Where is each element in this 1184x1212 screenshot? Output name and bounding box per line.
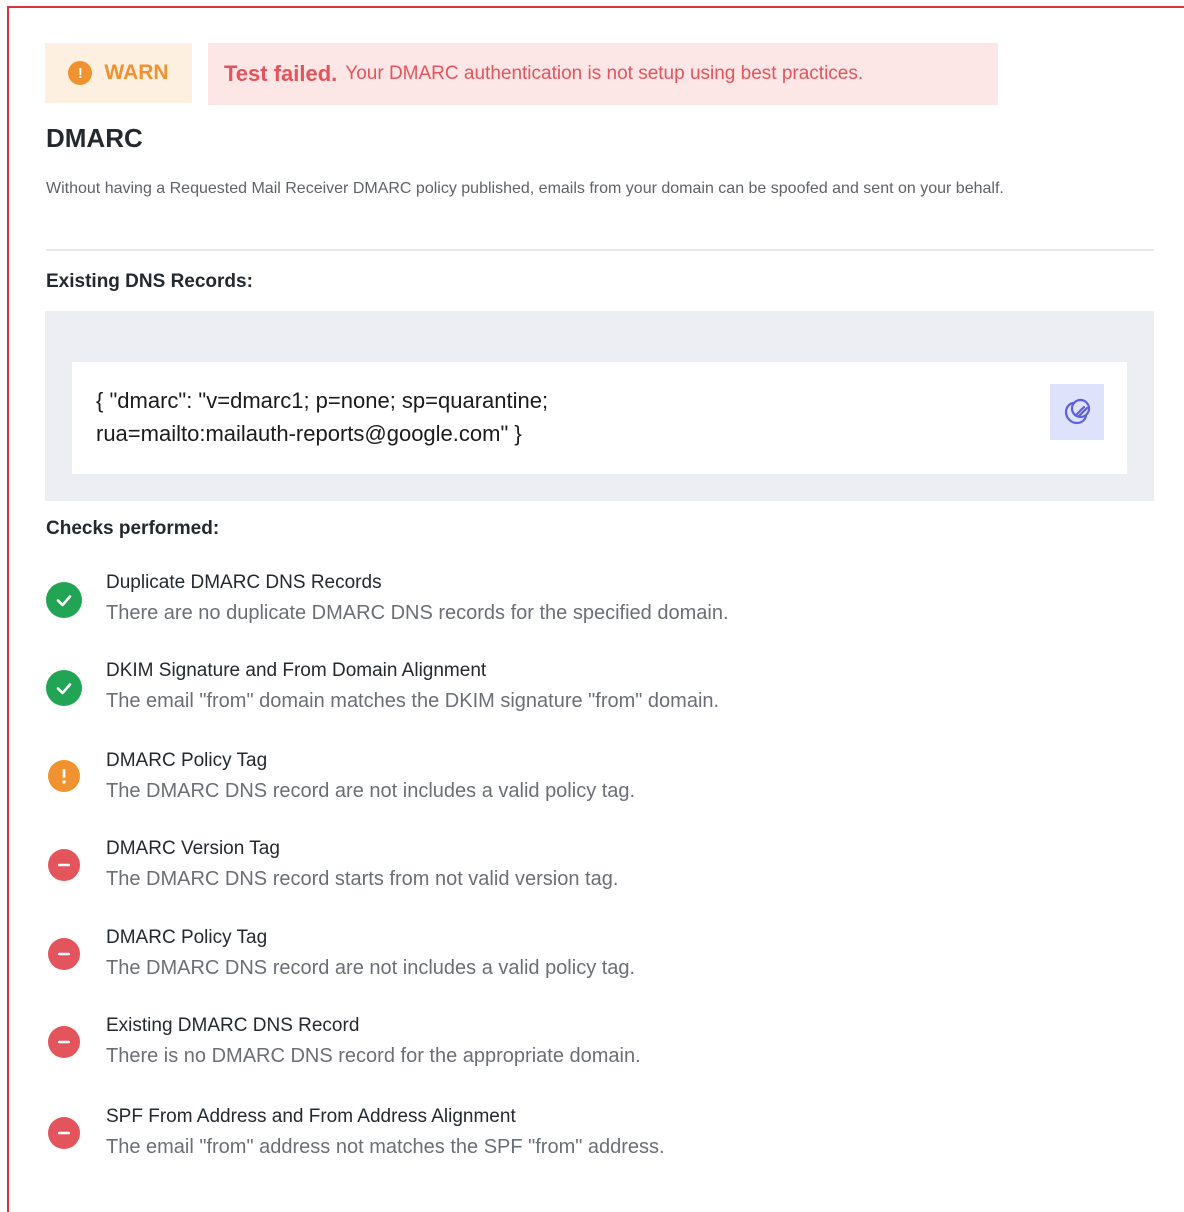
check-detail: There is no DMARC DNS record for the app… (106, 1045, 641, 1067)
check-name: DMARC Policy Tag (106, 927, 268, 948)
test-failed-banner: Test failed. Your DMARC authentication i… (208, 43, 998, 105)
check-name: DKIM Signature and From Domain Alignment (106, 660, 487, 681)
check-name: DMARC Policy Tag (106, 750, 268, 771)
check-detail: The email "from" domain matches the DKIM… (106, 690, 720, 712)
warn-label: WARN (104, 61, 169, 84)
status-row: ! WARN Test failed. Your DMARC authentic… (45, 43, 998, 105)
check-detail: The DMARC DNS record are not includes a … (106, 780, 636, 802)
check-warning-icon (48, 760, 80, 792)
check-fail-icon (48, 938, 80, 970)
dns-record-text: { "dmarc": "v=dmarc1; p=none; sp=quarant… (96, 384, 548, 450)
copy-icon (1064, 398, 1091, 425)
fail-message: Your DMARC authentication is not setup u… (345, 63, 864, 84)
page-description: Without having a Requested Mail Receiver… (46, 180, 1004, 197)
dns-record-line: rua=mailto:mailauth-reports@google.com" … (96, 421, 522, 446)
check-fail-icon (48, 1117, 80, 1149)
check-name: SPF From Address and From Address Alignm… (106, 1106, 516, 1127)
divider (46, 249, 1154, 251)
check-detail: There are no duplicate DMARC DNS records… (106, 602, 729, 624)
check-detail: The email "from" address not matches the… (106, 1136, 665, 1158)
dns-records-heading: Existing DNS Records: (46, 271, 253, 292)
checks-heading: Checks performed: (46, 518, 220, 539)
dns-record-card: { "dmarc": "v=dmarc1; p=none; sp=quarant… (72, 362, 1127, 474)
check-fail-icon (48, 1026, 80, 1058)
dns-record-line: { "dmarc": "v=dmarc1; p=none; sp=quarant… (96, 388, 549, 413)
check-name: Existing DMARC DNS Record (106, 1015, 360, 1036)
check-pass-icon (46, 670, 82, 706)
check-pass-icon (46, 582, 82, 618)
warning-icon: ! (68, 61, 93, 85)
copy-button[interactable] (1050, 384, 1104, 440)
warn-badge: ! WARN (45, 43, 192, 103)
fail-title: Test failed. (224, 61, 338, 86)
dns-records-panel: { "dmarc": "v=dmarc1; p=none; sp=quarant… (45, 311, 1154, 501)
check-name: Duplicate DMARC DNS Records (106, 572, 382, 593)
check-detail: The DMARC DNS record are not includes a … (106, 957, 636, 979)
page-title: DMARC (46, 123, 143, 153)
check-fail-icon (48, 849, 80, 881)
check-detail: The DMARC DNS record starts from not val… (106, 868, 619, 890)
check-name: DMARC Version Tag (106, 838, 280, 859)
